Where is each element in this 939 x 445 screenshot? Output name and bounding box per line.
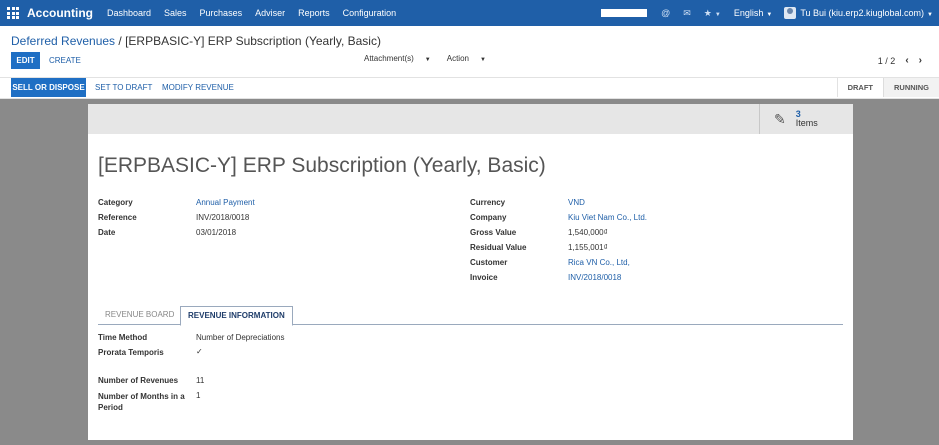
action-dropdown[interactable]: Action ▼ <box>447 54 494 63</box>
customer-label: Customer <box>470 258 508 267</box>
invoice-label: Invoice <box>470 273 498 282</box>
category-label: Category <box>98 198 133 207</box>
sheet-button-box: ✎ 3 Items <box>88 104 853 134</box>
action-label: Action <box>446 54 469 63</box>
menu-configuration[interactable]: Configuration <box>343 8 397 18</box>
residual-value-label: Residual Value <box>470 243 527 252</box>
menu-adviser[interactable]: Adviser <box>255 8 285 18</box>
checkmark-icon: ✓ <box>196 347 203 356</box>
chat-icon[interactable]: ✉ <box>683 8 691 19</box>
edit-button[interactable]: EDIT <box>11 52 40 69</box>
top-navbar: Accounting Dashboard Sales Purchases Adv… <box>0 0 939 26</box>
company-value[interactable]: Kiu Viet Nam Co., Ltd. <box>568 213 647 222</box>
stage-draft: DRAFT <box>838 78 884 97</box>
chevron-down-icon: ▼ <box>479 57 486 63</box>
number-of-revenues-label: Number of Revenues <box>98 376 179 385</box>
status-stages: DRAFT RUNNING <box>836 78 939 97</box>
items-count: 3 Items <box>796 110 818 128</box>
prorata-temporis-label: Prorata Temporis <box>98 348 164 357</box>
user-avatar-icon[interactable] <box>784 7 797 19</box>
topbar-search-input[interactable] <box>601 9 648 17</box>
sidebar-actions: Attachment(s) ▼ Action ▼ <box>364 54 502 63</box>
user-menu[interactable]: Tu Bui (kiu.erp2.kiuglobal.com) ▼ <box>800 8 933 18</box>
language-label: English <box>733 8 764 18</box>
pager-value[interactable]: 1 / 2 <box>878 56 896 66</box>
set-to-draft-button[interactable]: SET TO DRAFT <box>95 83 152 92</box>
time-method-label: Time Method <box>98 333 148 342</box>
stage-running: RUNNING <box>884 78 939 97</box>
tab-revenue-information[interactable]: REVENUE INFORMATION <box>180 306 293 326</box>
chevron-down-icon: ▼ <box>927 12 933 18</box>
number-of-revenues-value: 11 <box>196 376 205 385</box>
pager-next-icon[interactable]: › <box>919 55 922 66</box>
at-icon[interactable]: @ <box>661 8 670 18</box>
months-per-period-value: 1 <box>196 391 201 400</box>
chevron-down-icon: ▼ <box>424 57 431 63</box>
form-sheet: ✎ 3 Items [ERPBASIC-Y] ERP Subscription … <box>88 104 853 440</box>
app-brand[interactable]: Accounting <box>27 6 93 20</box>
pager: 1 / 2 ‹ › <box>878 55 922 66</box>
invoice-value[interactable]: INV/2018/0018 <box>568 273 621 282</box>
attachments-label: Attachment(s) <box>364 54 414 63</box>
sell-or-dispose-button[interactable]: SELL OR DISPOSE <box>11 78 86 97</box>
menu-reports[interactable]: Reports <box>298 8 330 18</box>
items-count-label: Items <box>795 118 818 128</box>
apps-grid-icon[interactable] <box>7 7 19 19</box>
currency-value[interactable]: VND <box>568 198 585 207</box>
reference-value: INV/2018/0018 <box>196 213 250 222</box>
breadcrumb: Deferred Revenues / [ERPBASIC-Y] ERP Sub… <box>11 34 381 48</box>
time-method-value: Number of Depreciations <box>196 333 285 342</box>
chevron-down-icon: ▼ <box>766 12 773 18</box>
currency-label: Currency <box>470 198 506 207</box>
user-name: Tu Bui (kiu.erp2.kiuglobal.com) <box>800 8 925 18</box>
date-value: 03/01/2018 <box>196 228 237 237</box>
language-selector[interactable]: English ▼ <box>734 8 772 18</box>
notebook-tabs: REVENUE BOARD REVENUE INFORMATION <box>98 306 843 326</box>
reference-label: Reference <box>98 213 137 222</box>
items-smart-button[interactable]: ✎ 3 Items <box>759 104 853 134</box>
menu-purchases[interactable]: Purchases <box>200 8 243 18</box>
breadcrumb-parent[interactable]: Deferred Revenues <box>11 34 115 48</box>
top-menu: Dashboard Sales Purchases Adviser Report… <box>107 8 409 18</box>
create-button[interactable]: CREATE <box>49 56 81 65</box>
modify-revenue-button[interactable]: MODIFY REVENUE <box>162 83 234 92</box>
record-title: [ERPBASIC-Y] ERP Subscription (Yearly, B… <box>98 154 546 177</box>
company-label: Company <box>470 213 507 222</box>
residual-value-value: 1,155,001₫ <box>568 243 608 252</box>
menu-sales[interactable]: Sales <box>164 8 187 18</box>
topbar-right: @ ✉ ★ ▼ English ▼ Tu Bui (kiu.erp2.kiuglob… <box>601 0 939 26</box>
customer-value[interactable]: Rica VN Co., Ltd, <box>568 258 630 267</box>
pencil-icon: ✎ <box>774 110 786 127</box>
category-value[interactable]: Annual Payment <box>196 198 255 207</box>
months-per-period-label: Number of Months in a Period <box>98 392 185 412</box>
gross-value-label: Gross Value <box>470 228 517 237</box>
pager-previous-icon[interactable]: ‹ <box>905 55 908 66</box>
menu-dashboard[interactable]: Dashboard <box>107 8 151 18</box>
attachments-dropdown[interactable]: Attachment(s) ▼ <box>364 54 439 63</box>
breadcrumb-current: [ERPBASIC-Y] ERP Subscription (Yearly, B… <box>125 34 381 48</box>
breadcrumb-separator: / <box>118 34 122 48</box>
tab-revenue-board[interactable]: REVENUE BOARD <box>105 310 174 319</box>
date-label: Date <box>98 228 116 237</box>
gross-value-value: 1,540,000₫ <box>568 228 608 237</box>
bug-icon[interactable]: ★ ▼ <box>704 8 721 19</box>
